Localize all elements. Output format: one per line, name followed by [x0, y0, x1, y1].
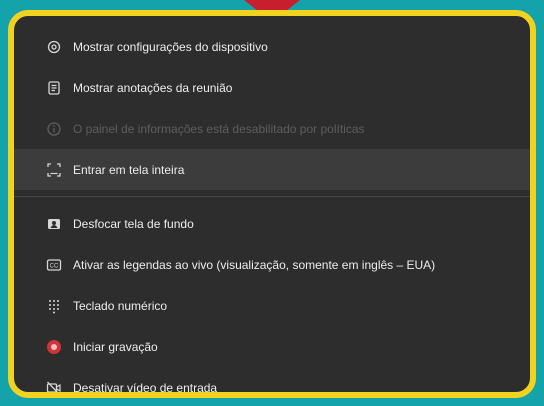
menu-item-meeting-notes[interactable]: Mostrar anotações da reunião	[14, 67, 530, 108]
menu-item-label: Desativar vídeo de entrada	[73, 380, 218, 395]
menu-item-disable-incoming-video[interactable]: Desativar vídeo de entrada	[14, 367, 530, 395]
video-off-icon	[45, 379, 63, 392]
menu-item-live-captions[interactable]: CC Ativar as legendas ao vivo (visualiza…	[14, 244, 530, 285]
menu-item-label: Ativar as legendas ao vivo (visualização…	[73, 257, 436, 272]
more-options-menu: Mostrar configurações do dispositivo Mos…	[14, 16, 530, 392]
menu-item-device-settings[interactable]: Mostrar configurações do dispositivo	[14, 26, 530, 67]
highlight-frame: Mostrar configurações do dispositivo Mos…	[8, 10, 536, 398]
blur-background-icon	[45, 215, 63, 233]
notes-icon	[45, 79, 63, 97]
menu-item-label: Mostrar configurações do dispositivo	[73, 39, 268, 54]
menu-divider	[14, 196, 530, 197]
menu-item-label: Desfocar tela de fundo	[73, 216, 194, 231]
menu-item-info-panel-disabled: O painel de informações está desabilitad…	[14, 108, 530, 149]
fullscreen-icon	[45, 161, 63, 179]
menu-item-start-recording[interactable]: Iniciar gravação	[14, 326, 530, 367]
menu-item-label: Mostrar anotações da reunião	[73, 80, 233, 95]
info-icon	[45, 120, 63, 138]
menu-item-dialpad[interactable]: Teclado numérico	[14, 285, 530, 326]
record-icon	[45, 338, 63, 356]
menu-item-blur-background[interactable]: Desfocar tela de fundo	[14, 203, 530, 244]
menu-item-label: Entrar em tela inteira	[73, 162, 185, 177]
menu-item-label: Teclado numérico	[73, 298, 168, 313]
menu-item-label: Iniciar gravação	[73, 339, 158, 354]
captions-icon: CC	[45, 256, 63, 274]
menu-item-label: O painel de informações está desabilitad…	[73, 121, 365, 136]
dialpad-icon	[45, 297, 63, 315]
svg-text:CC: CC	[50, 263, 59, 269]
gear-icon	[45, 38, 63, 56]
menu-item-fullscreen[interactable]: Entrar em tela inteira	[14, 149, 530, 190]
